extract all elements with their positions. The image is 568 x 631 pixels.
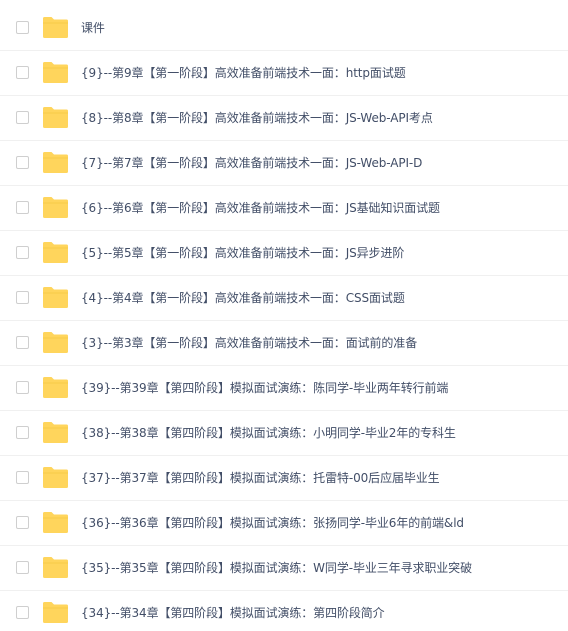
folder-icon xyxy=(42,285,69,309)
item-name[interactable]: {37}--第37章【第四阶段】模拟面试演练：托雷特-00后应届毕业生 xyxy=(81,456,440,501)
item-name[interactable]: {3}--第3章【第一阶段】高效准备前端技术一面：面试前的准备 xyxy=(81,321,417,366)
row-checkbox[interactable] xyxy=(16,246,29,259)
list-item[interactable]: {36}--第36章【第四阶段】模拟面试演练：张扬同学-毕业6年的前端&ld xyxy=(0,501,568,546)
folder-icon xyxy=(42,465,69,489)
row-checkbox[interactable] xyxy=(16,516,29,529)
row-checkbox[interactable] xyxy=(16,66,29,79)
item-name[interactable]: {35}--第35章【第四阶段】模拟面试演练：W同学-毕业三年寻求职业突破 xyxy=(81,546,472,591)
row-checkbox[interactable] xyxy=(16,336,29,349)
folder-icon xyxy=(42,240,69,264)
item-name[interactable]: {36}--第36章【第四阶段】模拟面试演练：张扬同学-毕业6年的前端&ld xyxy=(81,501,464,546)
list-item[interactable]: {34}--第34章【第四阶段】模拟面试演练：第四阶段简介 xyxy=(0,591,568,631)
row-checkbox[interactable] xyxy=(16,426,29,439)
list-item[interactable]: {8}--第8章【第一阶段】高效准备前端技术一面：JS-Web-API考点 xyxy=(0,96,568,141)
list-item[interactable]: {4}--第4章【第一阶段】高效准备前端技术一面：CSS面试题 xyxy=(0,276,568,321)
item-name[interactable]: {39}--第39章【第四阶段】模拟面试演练：陈同学-毕业两年转行前端 xyxy=(81,366,448,411)
row-checkbox[interactable] xyxy=(16,561,29,574)
file-list: 课件 {9}--第9章【第一阶段】高效准备前端技术一面：http面试题 {8}-… xyxy=(0,0,568,631)
folder-icon xyxy=(42,510,69,534)
row-checkbox[interactable] xyxy=(16,156,29,169)
row-checkbox[interactable] xyxy=(16,291,29,304)
folder-icon xyxy=(42,420,69,444)
row-checkbox[interactable] xyxy=(16,381,29,394)
folder-icon xyxy=(42,60,69,84)
row-checkbox[interactable] xyxy=(16,111,29,124)
folder-icon xyxy=(42,375,69,399)
list-item[interactable]: {37}--第37章【第四阶段】模拟面试演练：托雷特-00后应届毕业生 xyxy=(0,456,568,501)
list-item[interactable]: {5}--第5章【第一阶段】高效准备前端技术一面：JS异步进阶 xyxy=(0,231,568,276)
row-checkbox[interactable] xyxy=(16,606,29,619)
list-item[interactable]: {7}--第7章【第一阶段】高效准备前端技术一面：JS-Web-API-D xyxy=(0,141,568,186)
folder-icon xyxy=(42,600,69,624)
list-item[interactable]: {39}--第39章【第四阶段】模拟面试演练：陈同学-毕业两年转行前端 xyxy=(0,366,568,411)
item-name[interactable]: {4}--第4章【第一阶段】高效准备前端技术一面：CSS面试题 xyxy=(81,276,405,321)
list-item[interactable]: {9}--第9章【第一阶段】高效准备前端技术一面：http面试题 xyxy=(0,51,568,96)
folder-icon xyxy=(42,555,69,579)
list-item[interactable]: {6}--第6章【第一阶段】高效准备前端技术一面：JS基础知识面试题 xyxy=(0,186,568,231)
item-name[interactable]: {5}--第5章【第一阶段】高效准备前端技术一面：JS异步进阶 xyxy=(81,231,404,276)
item-name[interactable]: {8}--第8章【第一阶段】高效准备前端技术一面：JS-Web-API考点 xyxy=(81,96,433,141)
folder-icon xyxy=(42,105,69,129)
item-name[interactable]: 课件 xyxy=(81,6,105,51)
folder-icon xyxy=(42,330,69,354)
item-name[interactable]: {38}--第38章【第四阶段】模拟面试演练：小明同学-毕业2年的专科生 xyxy=(81,411,456,456)
list-item[interactable]: 课件 xyxy=(0,6,568,51)
folder-icon xyxy=(42,15,69,39)
list-item[interactable]: {38}--第38章【第四阶段】模拟面试演练：小明同学-毕业2年的专科生 xyxy=(0,411,568,456)
item-name[interactable]: {9}--第9章【第一阶段】高效准备前端技术一面：http面试题 xyxy=(81,51,406,96)
folder-icon xyxy=(42,195,69,219)
item-name[interactable]: {6}--第6章【第一阶段】高效准备前端技术一面：JS基础知识面试题 xyxy=(81,186,440,231)
row-checkbox[interactable] xyxy=(16,21,29,34)
row-checkbox[interactable] xyxy=(16,471,29,484)
item-name[interactable]: {7}--第7章【第一阶段】高效准备前端技术一面：JS-Web-API-D xyxy=(81,141,422,186)
list-item[interactable]: {3}--第3章【第一阶段】高效准备前端技术一面：面试前的准备 xyxy=(0,321,568,366)
list-item[interactable]: {35}--第35章【第四阶段】模拟面试演练：W同学-毕业三年寻求职业突破 xyxy=(0,546,568,591)
row-checkbox[interactable] xyxy=(16,201,29,214)
folder-icon xyxy=(42,150,69,174)
item-name[interactable]: {34}--第34章【第四阶段】模拟面试演练：第四阶段简介 xyxy=(81,591,385,631)
